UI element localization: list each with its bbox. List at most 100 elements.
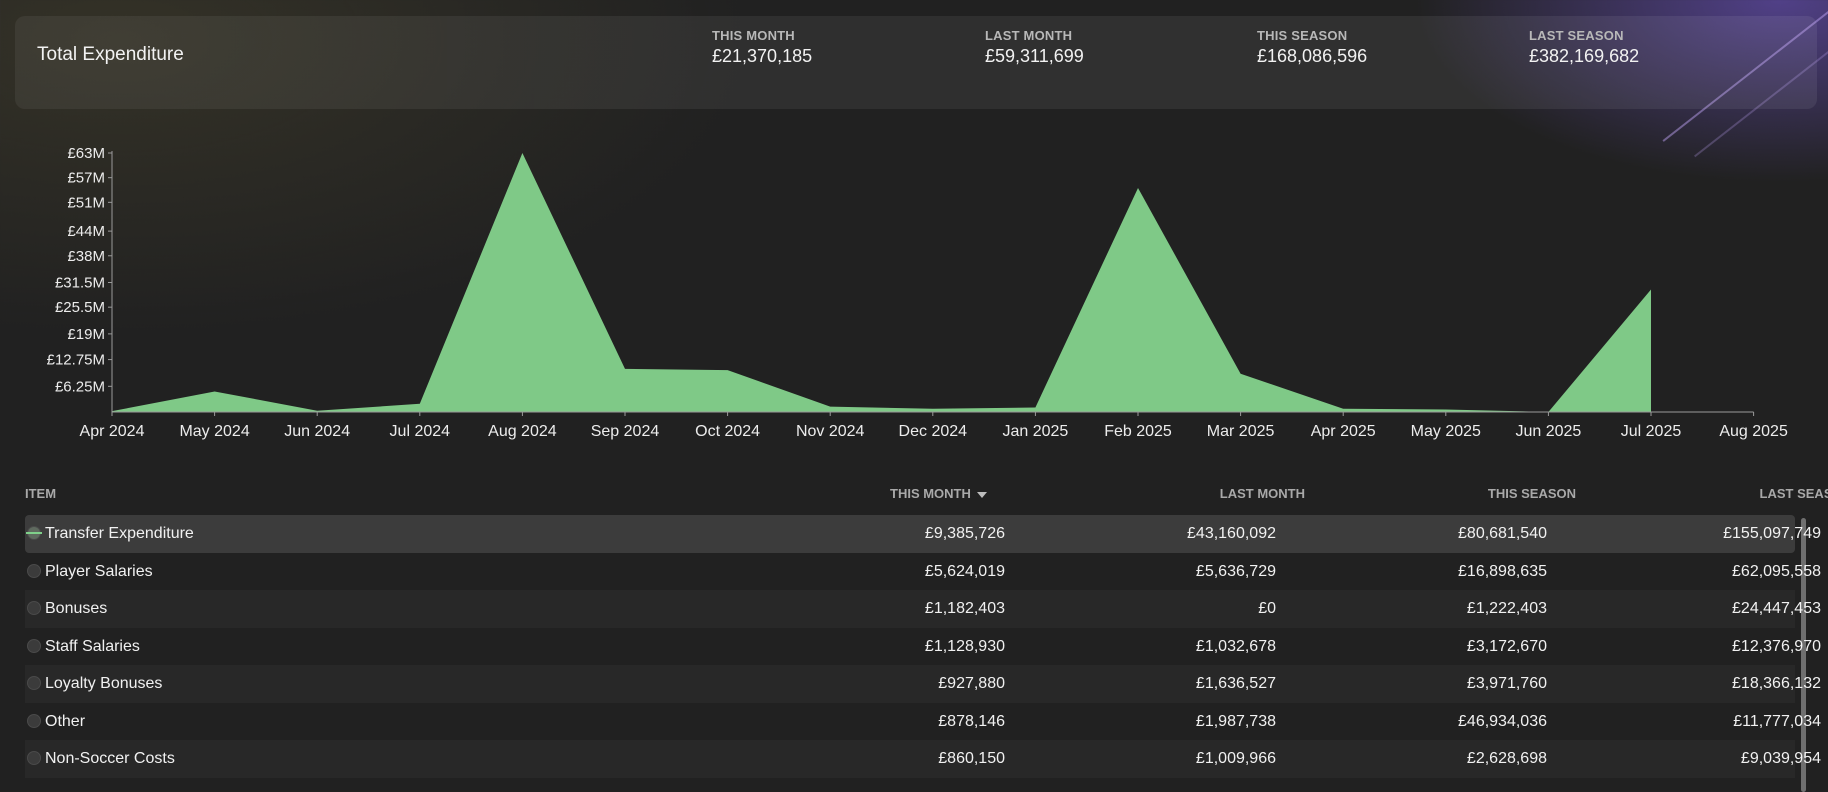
cell-this-month: £927,880 bbox=[938, 675, 1005, 692]
cell-last-month: £43,160,092 bbox=[1187, 525, 1276, 542]
item-status-icon bbox=[27, 601, 41, 615]
column-header-last-season[interactable]: LAST SEASON bbox=[1760, 486, 1828, 501]
item-status-icon bbox=[27, 563, 41, 578]
stat-value: £21,370,185 bbox=[712, 46, 813, 66]
column-header-this-month[interactable]: THIS MONTH bbox=[890, 486, 987, 501]
y-tick-label: £44M bbox=[67, 223, 105, 240]
cell-last-season: £11,777,034 bbox=[1733, 712, 1821, 730]
table-row[interactable]: Loyalty Bonuses £927,880 £1,636,527 £3,971,… bbox=[25, 665, 1821, 703]
cell-last-month: £0 bbox=[1258, 600, 1276, 617]
table-row[interactable]: Non-Soccer Costs £860,150 £1,009,966 £2,628… bbox=[25, 740, 1821, 778]
x-tick-label: Jul 2025 bbox=[1621, 423, 1682, 440]
cell-this-season: £3,971,760 bbox=[1466, 675, 1547, 692]
row-item-name: Other bbox=[45, 712, 86, 730]
x-tick-label: Oct 2024 bbox=[695, 423, 760, 440]
cell-this-month: £860,150 bbox=[938, 750, 1005, 767]
expenditure-area-chart: £6.25M £12.75M £19M £25.5M £31.5M £38M £44M £51… bbox=[47, 145, 1788, 440]
x-tick-label: Dec 2024 bbox=[899, 423, 968, 440]
cell-last-season: £24,447,453 bbox=[1732, 600, 1821, 617]
x-tick-label: Apr 2025 bbox=[1311, 423, 1376, 440]
x-tick-label: Nov 2024 bbox=[796, 423, 865, 440]
stat-value: £59,311,699 bbox=[985, 46, 1084, 66]
expenditure-table: Transfer Expenditure £9,385,726 £43,160,09… bbox=[25, 515, 1821, 778]
table-row[interactable]: Player Salaries £5,624,019 £5,636,729 £16,8… bbox=[25, 553, 1821, 591]
x-tick-label: Jul 2024 bbox=[390, 423, 451, 440]
x-tick-label: May 2025 bbox=[1411, 423, 1481, 440]
row-item-name: Staff Salaries bbox=[45, 637, 140, 655]
stat-label: THIS MONTH bbox=[712, 28, 795, 43]
stat-this-season: THIS SEASON £168,086,596 bbox=[1257, 28, 1367, 67]
y-tick-label: £19M bbox=[67, 326, 105, 343]
x-tick-label: Jan 2025 bbox=[1002, 423, 1068, 440]
y-tick-label: £57M bbox=[67, 170, 105, 187]
row-item-name: Player Salaries bbox=[45, 562, 153, 580]
x-tick-label: Mar 2025 bbox=[1207, 423, 1275, 440]
y-tick-label: £12.75M bbox=[47, 352, 105, 369]
cell-last-month: £5,636,729 bbox=[1195, 562, 1276, 580]
cell-last-season: £62,095,558 bbox=[1732, 562, 1821, 580]
cell-this-season: £16,898,635 bbox=[1458, 562, 1547, 580]
y-tick-label: £51M bbox=[67, 194, 105, 211]
column-header-last-month[interactable]: LAST MONTH bbox=[1220, 486, 1305, 501]
cell-last-month: £1,987,738 bbox=[1195, 712, 1276, 730]
item-status-icon bbox=[27, 676, 41, 690]
cell-last-month: £1,032,678 bbox=[1195, 637, 1276, 655]
stat-label: THIS SEASON bbox=[1257, 28, 1348, 43]
cell-last-season: £9,039,954 bbox=[1740, 750, 1821, 767]
row-item-name: Loyalty Bonuses bbox=[45, 675, 163, 692]
cell-this-season: £3,172,670 bbox=[1466, 637, 1547, 655]
stat-last-month: LAST MONTH £59,311,699 bbox=[985, 28, 1084, 67]
table-row[interactable]: Other £878,146 £1,987,738 £46,934,036 £11,77… bbox=[25, 703, 1821, 741]
scrollbar-thumb[interactable] bbox=[1801, 518, 1806, 792]
x-tick-label: Aug 2025 bbox=[1719, 423, 1788, 440]
column-header-item[interactable]: ITEM bbox=[25, 486, 56, 501]
table-header: ITEM THIS MONTH LAST MONTH THIS SEASON L… bbox=[25, 486, 1828, 508]
x-tick-label: Jun 2024 bbox=[284, 423, 350, 440]
cell-this-month: £1,128,930 bbox=[924, 637, 1005, 655]
item-status-icon bbox=[27, 638, 41, 653]
cell-this-season: £2,628,698 bbox=[1466, 750, 1547, 767]
expenditure-area-series bbox=[112, 153, 1651, 412]
x-tick-label: May 2024 bbox=[179, 423, 249, 440]
y-tick-label: £38M bbox=[67, 248, 105, 265]
stat-label: LAST MONTH bbox=[985, 28, 1073, 43]
cell-this-month: £1,182,403 bbox=[924, 600, 1005, 617]
cell-last-season: £12,376,970 bbox=[1732, 637, 1821, 655]
cell-last-season: £155,097,749 bbox=[1723, 525, 1821, 542]
cell-this-month: £9,385,726 bbox=[924, 525, 1005, 542]
table-row[interactable]: Staff Salaries £1,128,930 £1,032,678 £3,172… bbox=[25, 628, 1821, 666]
table-row[interactable]: Bonuses £1,182,403 £0 £1,222,403 £24,447,453 bbox=[25, 590, 1821, 628]
cell-last-month: £1,009,966 bbox=[1195, 750, 1276, 767]
item-status-icon bbox=[27, 751, 41, 765]
row-item-name: Non-Soccer Costs bbox=[45, 750, 175, 767]
y-tick-label: £31.5M bbox=[55, 275, 105, 292]
cell-last-month: £1,636,527 bbox=[1195, 675, 1276, 692]
y-tick-label: £63M bbox=[67, 145, 105, 162]
stat-last-season: LAST SEASON £382,169,682 bbox=[1529, 28, 1639, 67]
item-status-icon bbox=[27, 713, 41, 728]
row-item-name: Transfer Expenditure bbox=[45, 525, 194, 542]
y-tick-label: £6.25M bbox=[55, 378, 105, 395]
expenditure-summary-panel: Total Expenditure THIS MONTH £21,370,185… bbox=[15, 16, 1817, 109]
x-tick-label: Apr 2024 bbox=[80, 423, 145, 440]
column-header-this-season[interactable]: THIS SEASON bbox=[1488, 486, 1576, 501]
summary-title: Total Expenditure bbox=[37, 44, 184, 65]
x-tick-label: Jun 2025 bbox=[1515, 423, 1581, 440]
x-tick-label: Aug 2024 bbox=[488, 423, 557, 440]
stat-this-month: THIS MONTH £21,370,185 bbox=[712, 28, 812, 67]
item-status-icon bbox=[26, 526, 42, 540]
stat-value: £382,169,682 bbox=[1529, 46, 1640, 66]
cell-this-season: £1,222,403 bbox=[1466, 600, 1547, 617]
cell-last-season: £18,366,132 bbox=[1732, 675, 1821, 692]
x-tick-label: Feb 2025 bbox=[1104, 423, 1172, 440]
x-tick-label: Sep 2024 bbox=[591, 423, 660, 440]
stat-value: £168,086,596 bbox=[1257, 46, 1368, 66]
sort-descending-icon bbox=[976, 491, 987, 498]
stat-label: LAST SEASON bbox=[1529, 28, 1624, 43]
cell-this-season: £80,681,540 bbox=[1458, 525, 1547, 542]
cell-this-season: £46,934,036 bbox=[1458, 712, 1547, 730]
table-row[interactable]: Transfer Expenditure £9,385,726 £43,160,09… bbox=[25, 515, 1821, 553]
row-item-name: Bonuses bbox=[45, 600, 108, 617]
cell-this-month: £5,624,019 bbox=[924, 562, 1005, 580]
cell-this-month: £878,146 bbox=[938, 712, 1005, 730]
